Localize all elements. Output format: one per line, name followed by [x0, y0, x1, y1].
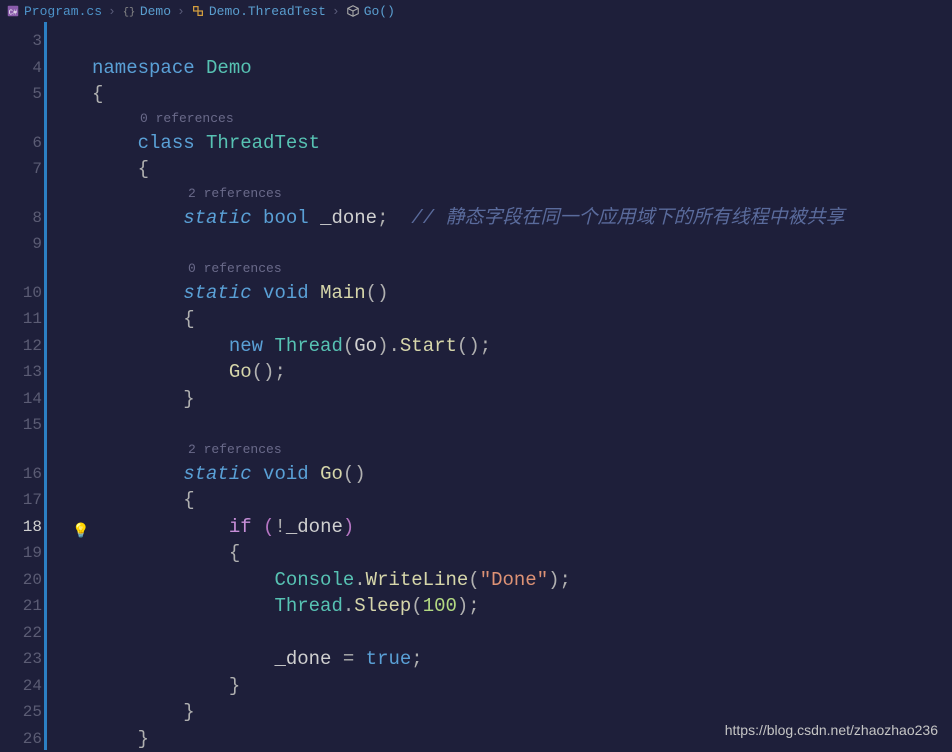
line-number: 18 [0, 514, 42, 541]
class-name: ThreadTest [206, 132, 320, 154]
codelens[interactable]: 0 references [140, 108, 952, 130]
method-main: Main [320, 282, 366, 304]
line-number: 25 [0, 699, 42, 726]
line-number: 9 [0, 231, 42, 258]
codelens[interactable]: 0 references [188, 258, 952, 280]
chevron-right-icon: › [108, 4, 116, 19]
breadcrumb-method[interactable]: Go() [346, 4, 395, 19]
breadcrumb-class[interactable]: Demo.ThreadTest [191, 4, 326, 19]
line-number: 21 [0, 593, 42, 620]
line-number: 22 [0, 620, 42, 647]
chevron-right-icon: › [332, 4, 340, 19]
line-number: 12 [0, 333, 42, 360]
codelens[interactable]: 2 references [188, 439, 952, 461]
line-number: 3 [0, 28, 42, 55]
csharp-file-icon: C# [6, 4, 20, 18]
code-content[interactable]: namespace Demo { 0 references class Thre… [92, 22, 952, 750]
line-number: 11 [0, 306, 42, 333]
lightbulb-icon[interactable]: 💡 [72, 523, 89, 540]
breadcrumb-file[interactable]: C# Program.cs [6, 4, 102, 19]
line-number: 7 [0, 156, 42, 183]
line-number: 4 [0, 55, 42, 82]
line-number: 5 [0, 81, 42, 108]
method-cube-icon [346, 4, 360, 18]
breadcrumb-namespace[interactable]: {} Demo [122, 4, 171, 19]
class-icon [191, 4, 205, 18]
watermark-text: https://blog.csdn.net/zhaozhao236 [725, 722, 938, 738]
line-number: 8 [0, 205, 42, 232]
line-number: 17 [0, 487, 42, 514]
line-number: 16 [0, 461, 42, 488]
active-line: if (!_done) [92, 514, 952, 541]
line-number: 23 [0, 646, 42, 673]
breadcrumb: C# Program.cs › {} Demo › Demo.ThreadTes… [0, 0, 952, 22]
keyword-namespace: namespace [92, 57, 195, 79]
line-number: 13 [0, 359, 42, 386]
line-number: 6 [0, 130, 42, 157]
line-number: 20 [0, 567, 42, 594]
method-go: Go [320, 463, 343, 485]
namespace-name: Demo [206, 57, 252, 79]
line-number: 14 [0, 386, 42, 413]
line-number: 15 [0, 412, 42, 439]
svg-text:{}: {} [123, 7, 136, 19]
svg-text:C#: C# [9, 10, 17, 18]
line-number: 19 [0, 540, 42, 567]
line-number: 26 [0, 726, 42, 752]
change-indicator [44, 22, 47, 750]
keyword-class: class [138, 132, 195, 154]
code-editor[interactable]: 3 4 5 6 7 8 9 10 11 12 13 14 15 16 17 18… [0, 22, 952, 750]
chevron-right-icon: › [177, 4, 185, 19]
comment: // 静态字段在同一个应用域下的所有线程中被共享 [411, 207, 844, 229]
glyph-margin: 💡 [52, 22, 92, 750]
namespace-icon: {} [122, 4, 136, 18]
line-number: 24 [0, 673, 42, 700]
codelens[interactable]: 2 references [188, 183, 952, 205]
line-number: 10 [0, 280, 42, 307]
